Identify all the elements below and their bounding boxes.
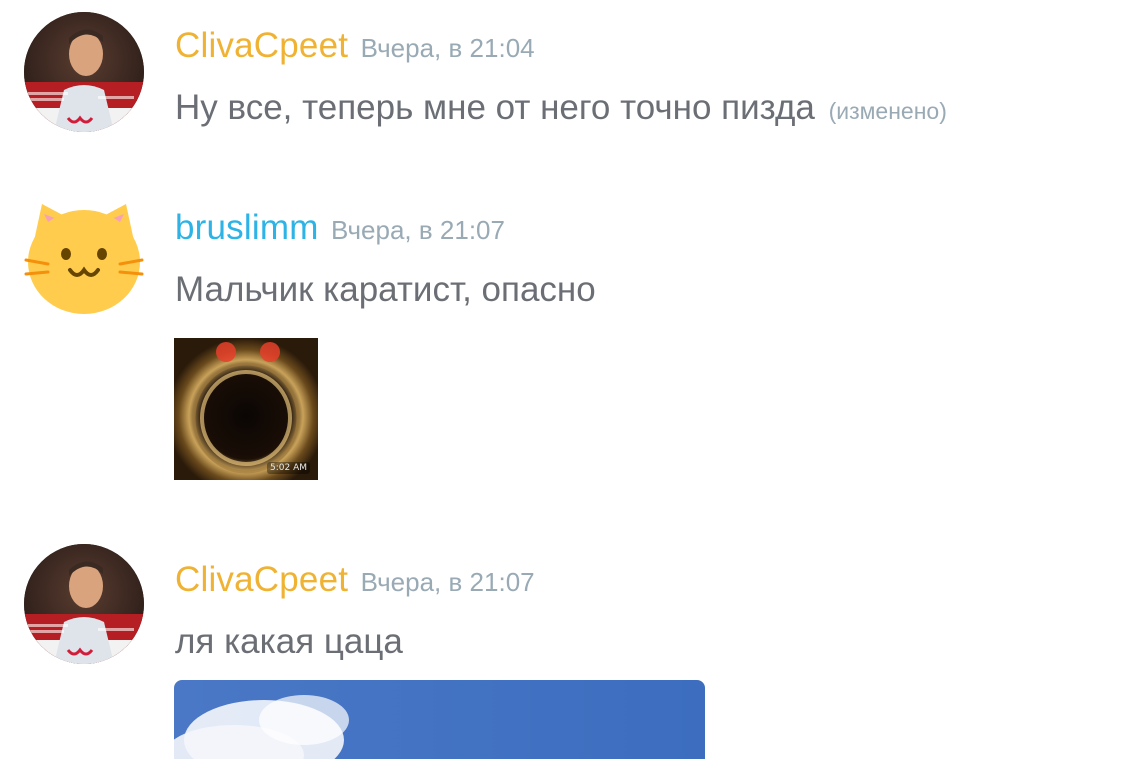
message-text: Ну все, теперь мне от него точно пизда (… [175,88,1105,128]
message-timestamp: Вчера, в 21:07 [360,567,535,597]
gif-attachment[interactable]: 5:02 AM [174,338,318,480]
image-attachment[interactable] [174,680,705,759]
message-item: bruslimm Вчера, в 21:07 Мальчик каратист… [0,190,1125,490]
message-item: ClivaCpeet Вчера, в 21:04 Ну все, теперь… [0,0,1125,170]
chat-messages: ClivaCpeet Вчера, в 21:04 Ну все, теперь… [0,0,1125,759]
message-text: ля какая цаца [175,622,403,661]
message-text: Мальчик каратист, опасно [175,270,596,309]
gif-time-overlay: 5:02 AM [267,462,310,474]
author-name[interactable]: bruslimm [175,208,319,247]
author-name[interactable]: ClivaCpeet [175,26,348,65]
message-timestamp: Вчера, в 21:07 [331,215,505,245]
message-item: ClivaCpeet Вчера, в 21:07 ля какая цаца [0,530,1125,759]
edited-label: (изменено) [828,98,947,124]
cat-face-icon [24,204,144,314]
user-avatar[interactable] [24,544,144,664]
author-name[interactable]: ClivaCpeet [175,560,348,599]
message-content: Ну все, теперь мне от него точно пизда [175,88,815,127]
message-timestamp: Вчера, в 21:04 [360,33,535,63]
user-avatar[interactable] [24,12,144,132]
user-avatar[interactable] [24,196,144,316]
